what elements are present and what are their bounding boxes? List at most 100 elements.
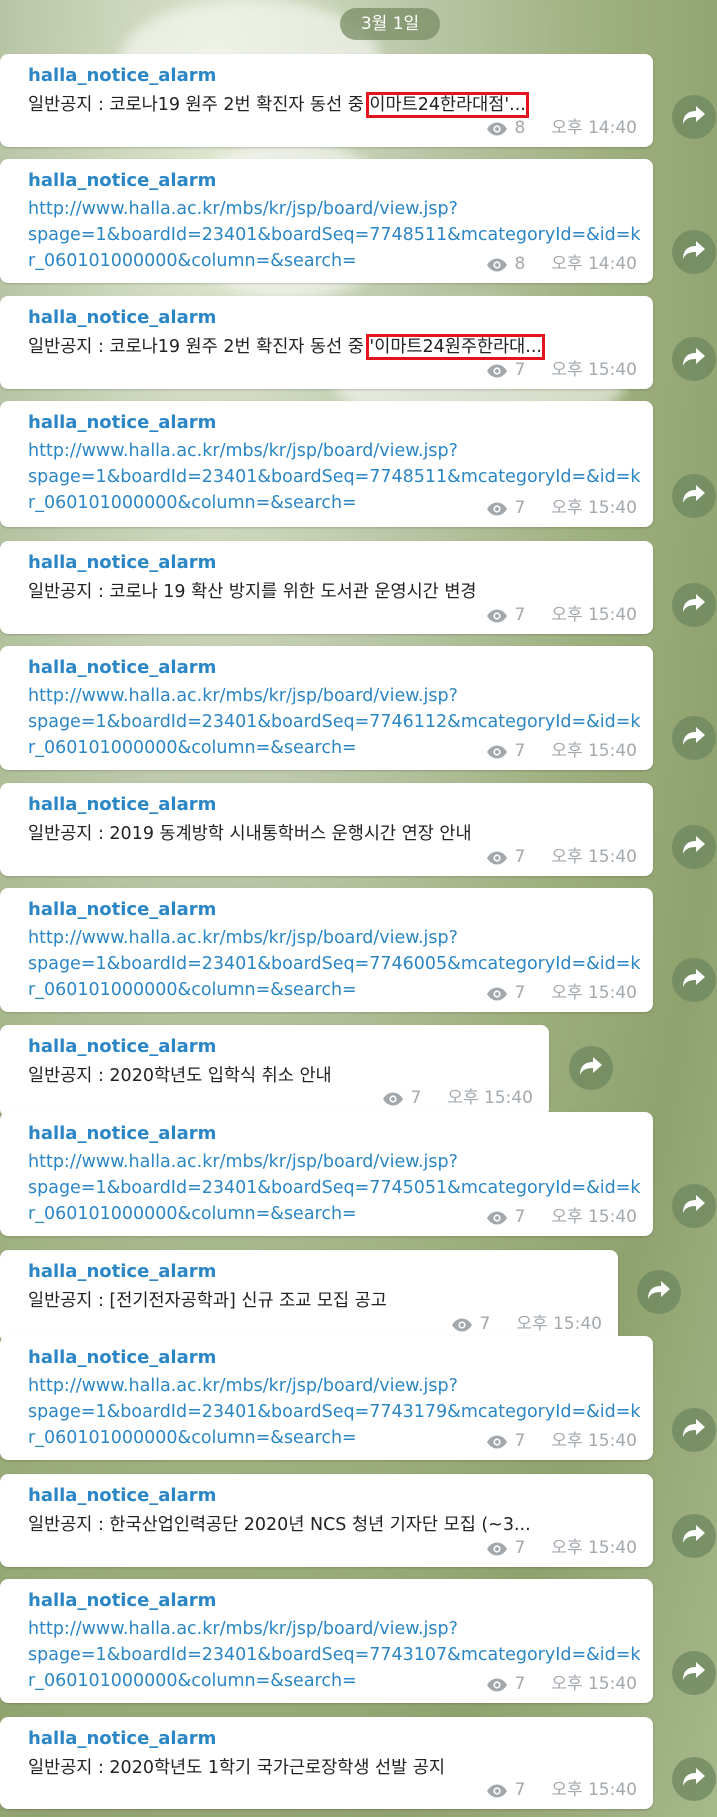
forward-button[interactable] <box>672 1651 716 1695</box>
share-arrow-icon <box>682 1766 706 1792</box>
sender-name[interactable]: halla_notice_alarm <box>28 1036 216 1057</box>
link-line[interactable]: http://www.halla.ac.kr/mbs/kr/jsp/board/… <box>28 1373 641 1399</box>
message-meta: 7 오후 15:40 <box>486 1202 637 1230</box>
view-count: 7 <box>514 1674 526 1694</box>
message-bubble[interactable]: halla_notice_alarm 일반공지 : 코로나 19 확산 방지를 위… <box>0 541 653 634</box>
link-line[interactable]: spage=1&boardId=23401&boardSeq=7743179&m… <box>28 1399 641 1425</box>
view-count: 7 <box>514 741 526 761</box>
message-bubble[interactable]: halla_notice_alarm http://www.halla.ac.kr… <box>0 159 653 283</box>
message-bubble[interactable]: halla_notice_alarm 일반공지 : 코로나19 원주 2번 확진자… <box>0 296 653 389</box>
share-arrow-icon <box>682 834 706 860</box>
forward-button[interactable] <box>569 1046 613 1090</box>
eye-icon <box>486 1783 508 1803</box>
timestamp: 오후 15:40 <box>551 1207 637 1227</box>
message-bubble[interactable]: halla_notice_alarm http://www.halla.ac.kr… <box>0 401 653 527</box>
timestamp: 오후 15:40 <box>551 1674 637 1694</box>
link-line[interactable]: http://www.halla.ac.kr/mbs/kr/jsp/board/… <box>28 438 641 464</box>
view-count: 7 <box>514 1538 526 1558</box>
link-line[interactable]: http://www.halla.ac.kr/mbs/kr/jsp/board/… <box>28 196 641 222</box>
forward-button[interactable] <box>672 230 716 274</box>
sender-name[interactable]: halla_notice_alarm <box>28 1728 216 1749</box>
message-body: 일반공지 : 한국산업인력공단 2020년 NCS 청년 기자단 모집 (~3.… <box>28 1515 531 1535</box>
link-line[interactable]: spage=1&boardId=23401&boardSeq=7748511&m… <box>28 222 641 248</box>
eye-icon <box>486 501 508 521</box>
forward-button[interactable] <box>672 95 716 139</box>
sender-name[interactable]: halla_notice_alarm <box>28 794 216 815</box>
forward-button[interactable] <box>637 1270 681 1314</box>
forward-button[interactable] <box>672 1757 716 1801</box>
link-line[interactable]: spage=1&boardId=23401&boardSeq=7748511&m… <box>28 464 641 490</box>
sender-name[interactable]: halla_notice_alarm <box>28 657 216 678</box>
view-count: 7 <box>410 1088 422 1108</box>
eye-icon <box>486 1541 508 1561</box>
forward-button[interactable] <box>672 1184 716 1228</box>
view-count: 7 <box>514 1431 526 1451</box>
forward-button[interactable] <box>672 474 716 518</box>
sender-name[interactable]: halla_notice_alarm <box>28 412 216 433</box>
link-line[interactable]: http://www.halla.ac.kr/mbs/kr/jsp/board/… <box>28 1149 641 1175</box>
sender-name[interactable]: halla_notice_alarm <box>28 1485 216 1506</box>
message-meta: 7 오후 15:40 <box>486 1775 637 1803</box>
message-meta: 7 오후 15:40 <box>486 600 637 628</box>
forward-button[interactable] <box>672 337 716 381</box>
sender-name[interactable]: halla_notice_alarm <box>28 170 216 191</box>
forward-button[interactable] <box>672 958 716 1002</box>
sender-name[interactable]: halla_notice_alarm <box>28 899 216 920</box>
forward-button[interactable] <box>672 1408 716 1452</box>
message-bubble[interactable]: halla_notice_alarm 일반공지 : [전기전자공학과] 신규 조교… <box>0 1250 618 1343</box>
sender-name[interactable]: halla_notice_alarm <box>28 65 216 86</box>
message-bubble[interactable]: halla_notice_alarm 일반공지 : 한국산업인력공단 2020년 … <box>0 1474 653 1567</box>
message-body: 일반공지 : 코로나 19 확산 방지를 위한 도서관 운영시간 변경 <box>28 582 477 602</box>
link-line[interactable]: http://www.halla.ac.kr/mbs/kr/jsp/board/… <box>28 683 641 709</box>
eye-icon <box>486 986 508 1006</box>
message-body: 일반공지 : 2020학년도 1학기 국가근로장학생 선발 공지 <box>28 1758 445 1778</box>
sender-name[interactable]: halla_notice_alarm <box>28 552 216 573</box>
timestamp: 오후 14:40 <box>551 254 637 274</box>
share-arrow-icon <box>579 1055 603 1081</box>
link-line[interactable]: http://www.halla.ac.kr/mbs/kr/jsp/board/… <box>28 925 641 951</box>
message-bubble[interactable]: halla_notice_alarm 일반공지 : 2020학년도 1학기 국가근… <box>0 1717 653 1809</box>
eye-icon <box>486 257 508 277</box>
highlight-box: '이마트24원주한라대... <box>366 334 545 360</box>
message-bubble[interactable]: halla_notice_alarm 일반공지 : 2019 동계방학 시내통학버… <box>0 783 653 876</box>
timestamp: 오후 15:40 <box>551 605 637 625</box>
sender-name[interactable]: halla_notice_alarm <box>28 1261 216 1282</box>
eye-icon <box>486 1677 508 1697</box>
message-meta: 7 오후 15:40 <box>451 1309 602 1337</box>
message-meta: 7 오후 15:40 <box>486 842 637 870</box>
link-line[interactable]: spage=1&boardId=23401&boardSeq=7745051&m… <box>28 1175 641 1201</box>
forward-button[interactable] <box>672 825 716 869</box>
message-bubble[interactable]: halla_notice_alarm http://www.halla.ac.kr… <box>0 1112 653 1236</box>
message-bubble[interactable]: halla_notice_alarm 일반공지 : 코로나19 원주 2번 확진자… <box>0 54 653 147</box>
link-line[interactable]: spage=1&boardId=23401&boardSeq=7746112&m… <box>28 709 641 735</box>
message-bubble[interactable]: halla_notice_alarm http://www.halla.ac.kr… <box>0 1579 653 1703</box>
message-bubble[interactable]: halla_notice_alarm http://www.halla.ac.kr… <box>0 888 653 1012</box>
share-arrow-icon <box>647 1279 671 1305</box>
view-count: 7 <box>514 605 526 625</box>
message-bubble[interactable]: halla_notice_alarm http://www.halla.ac.kr… <box>0 646 653 770</box>
message-body: 일반공지 : [전기전자공학과] 신규 조교 모집 공고 <box>28 1291 387 1311</box>
link-line[interactable]: spage=1&boardId=23401&boardSeq=7743107&m… <box>28 1642 641 1668</box>
sender-name[interactable]: halla_notice_alarm <box>28 1347 216 1368</box>
link-line[interactable]: spage=1&boardId=23401&boardSeq=7746005&m… <box>28 951 641 977</box>
forward-button[interactable] <box>672 1514 716 1558</box>
eye-icon <box>486 1434 508 1454</box>
link-line[interactable]: http://www.halla.ac.kr/mbs/kr/jsp/board/… <box>28 1616 641 1642</box>
forward-button[interactable] <box>672 583 716 627</box>
view-count: 7 <box>514 847 526 867</box>
sender-name[interactable]: halla_notice_alarm <box>28 307 216 328</box>
share-arrow-icon <box>682 1523 706 1549</box>
message-bubble[interactable]: halla_notice_alarm 일반공지 : 2020학년도 입학식 취소 … <box>0 1025 549 1117</box>
message-body: 일반공지 : 코로나19 원주 2번 확진자 동선 중 <box>28 337 370 357</box>
sender-name[interactable]: halla_notice_alarm <box>28 1590 216 1611</box>
view-count: 7 <box>514 983 526 1003</box>
message-text: 일반공지 : 2019 동계방학 시내통학버스 운행시간 연장 안내 <box>28 820 472 845</box>
message-bubble[interactable]: halla_notice_alarm http://www.halla.ac.kr… <box>0 1336 653 1460</box>
share-arrow-icon <box>682 1193 706 1219</box>
eye-icon <box>486 744 508 764</box>
sender-name[interactable]: halla_notice_alarm <box>28 1123 216 1144</box>
timestamp: 오후 15:40 <box>551 1538 637 1558</box>
forward-button[interactable] <box>672 716 716 760</box>
eye-icon <box>486 850 508 870</box>
message-meta: 8 오후 14:40 <box>486 249 637 277</box>
